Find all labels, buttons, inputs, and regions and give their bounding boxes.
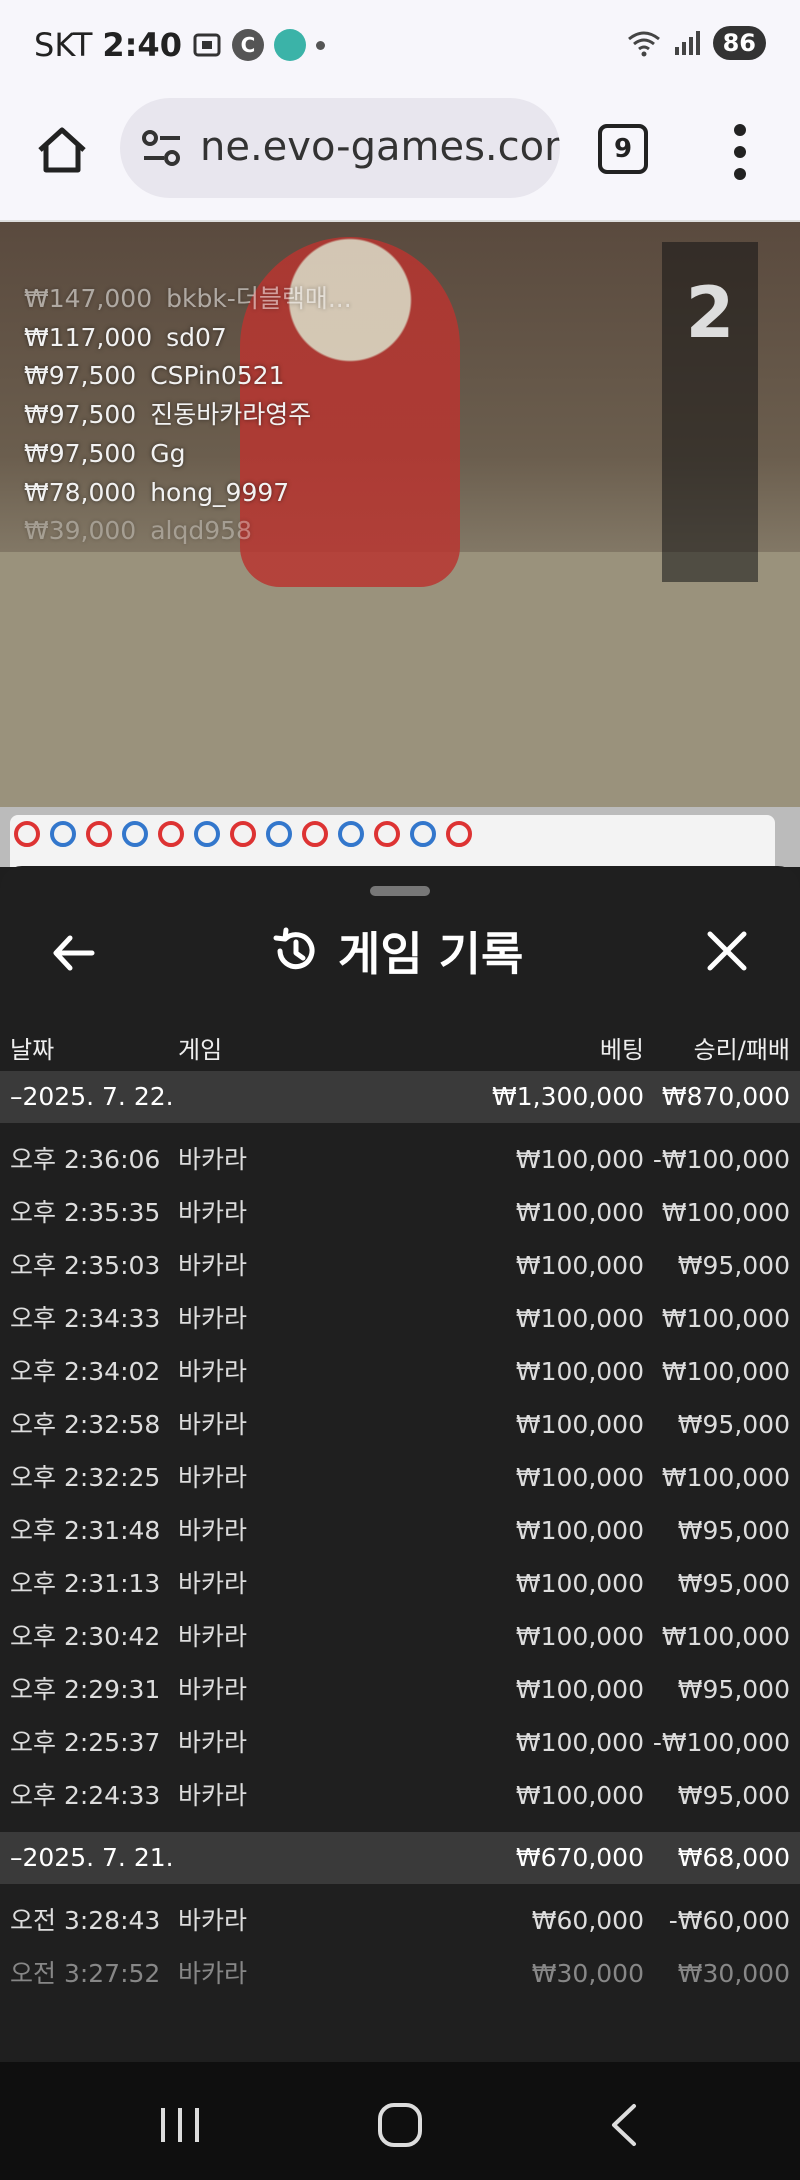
- game-history-sheet: 게임 기록 날짜 게임 베팅 승리/패배 –2025. 7. 22. ₩1,30…: [0, 866, 800, 2062]
- banker-bead: [374, 821, 400, 847]
- player-bead: [266, 821, 292, 847]
- app-notification-icon: [273, 29, 306, 61]
- wifi-icon: [627, 31, 660, 57]
- clock: 2:40: [102, 26, 182, 64]
- banker-bead: [86, 821, 112, 847]
- table-row[interactable]: 오후 2:34:02 바카라 ₩100,000 ₩100,000: [0, 1345, 800, 1398]
- leaderboard-row: ₩39,000 alqd958: [24, 516, 252, 546]
- winners-leaderboard: ₩147,000 bkbk-더블랙매... ₩117,000 sd07 ₩97,50…: [24, 280, 352, 551]
- player-bead: [338, 821, 364, 847]
- signal-icon: [674, 31, 700, 55]
- table-row[interactable]: 오후 2:25:37 바카라 ₩100,000 -₩100,000: [0, 1716, 800, 1769]
- table-row[interactable]: 오후 2:31:48 바카라 ₩100,000 ₩95,000: [0, 1504, 800, 1557]
- banker-bead: [302, 821, 328, 847]
- table-row[interactable]: 오후 2:32:58 바카라 ₩100,000 ₩95,000: [0, 1398, 800, 1451]
- banker-bead: [230, 821, 256, 847]
- table-row[interactable]: 오후 2:34:33 바카라 ₩100,000 ₩100,000: [0, 1292, 800, 1345]
- history-icon: [273, 927, 315, 970]
- date-group-row[interactable]: –2025. 7. 22. ₩1,300,000 ₩870,000: [0, 1071, 800, 1123]
- page-title: 게임 기록: [338, 927, 524, 981]
- table-row[interactable]: 오후 2:31:13 바카라 ₩100,000 ₩95,000: [0, 1557, 800, 1610]
- banker-bead: [158, 821, 184, 847]
- status-bar: SKT 2:40 C 86: [0, 0, 800, 96]
- table-row[interactable]: 오후 2:35:03 바카라 ₩100,000 ₩95,000: [0, 1239, 800, 1292]
- table-row[interactable]: 오전 3:27:52 바카라 ₩30,000 ₩30,000: [0, 1947, 800, 2000]
- close-icon[interactable]: [702, 926, 752, 976]
- table-row[interactable]: 오후 2:32:25 바카라 ₩100,000 ₩100,000: [0, 1451, 800, 1504]
- player-bead: [122, 821, 148, 847]
- bead-road-scoreboard: [0, 807, 800, 867]
- road-grid: [10, 815, 775, 867]
- more-notifications-dot-icon: [315, 40, 325, 50]
- history-table: –2025. 7. 22. ₩1,300,000 ₩870,000 오후 2:3…: [0, 1071, 800, 2000]
- site-settings-icon[interactable]: [140, 128, 184, 168]
- live-video-stream: ₩147,000 bkbk-더블랙매... ₩117,000 sd07 ₩97,50…: [0, 222, 800, 807]
- sheet-title: 게임 기록: [270, 918, 523, 984]
- player-bead: [410, 821, 436, 847]
- player-bead: [50, 821, 76, 847]
- status-right: 86: [627, 26, 766, 60]
- address-bar[interactable]: ne.evo-games.com: [120, 98, 560, 198]
- table-row[interactable]: 오후 2:29:31 바카라 ₩100,000 ₩95,000: [0, 1663, 800, 1716]
- tab-switcher-button[interactable]: 9: [598, 124, 648, 174]
- back-arrow-icon[interactable]: [48, 928, 98, 978]
- browser-toolbar: ne.evo-games.com 9: [0, 96, 800, 222]
- table-row[interactable]: 오후 2:35:35 바카라 ₩100,000 ₩100,000: [0, 1186, 800, 1239]
- home-icon[interactable]: [34, 122, 90, 178]
- c-app-icon: C: [231, 29, 264, 61]
- drag-handle[interactable]: [370, 886, 430, 896]
- screenshot-icon: [193, 33, 221, 57]
- table-row[interactable]: 오후 2:24:33 바카라 ₩100,000 ₩95,000: [0, 1769, 800, 1822]
- leaderboard-row: ₩97,500 Gg: [24, 438, 186, 468]
- bet-countdown-timer: 2: [662, 242, 758, 582]
- more-vert-icon[interactable]: [732, 122, 748, 182]
- banker-bead: [446, 821, 472, 847]
- date-group-row[interactable]: –2025. 7. 21. ₩670,000 ₩68,000: [0, 1832, 800, 1884]
- player-bead: [194, 821, 220, 847]
- leaderboard-row: ₩78,000 hong_9997: [24, 477, 290, 507]
- recent-apps-icon[interactable]: [155, 2102, 205, 2148]
- banker-bead: [14, 821, 40, 847]
- carrier-label: SKT: [34, 26, 93, 64]
- back-nav-icon[interactable]: [600, 2102, 650, 2148]
- status-left: SKT 2:40 C: [34, 26, 325, 64]
- leaderboard-row: ₩147,000 bkbk-더블랙매...: [24, 284, 352, 313]
- table-row[interactable]: 오전 3:28:43 바카라 ₩60,000 -₩60,000: [0, 1894, 800, 1947]
- leaderboard-row: ₩97,500 CSPin0521: [24, 361, 285, 391]
- table-row[interactable]: 오후 2:30:42 바카라 ₩100,000 ₩100,000: [0, 1610, 800, 1663]
- url-text: ne.evo-games.com: [200, 124, 560, 170]
- system-navigation-bar: [0, 2062, 800, 2180]
- leaderboard-row: ₩97,500 진동바카라영주: [24, 400, 312, 430]
- baccarat-table: [0, 552, 800, 807]
- leaderboard-row: ₩117,000 sd07: [24, 322, 227, 352]
- table-row[interactable]: 오후 2:36:06 바카라 ₩100,000 -₩100,000: [0, 1133, 800, 1186]
- battery-indicator: 86: [712, 26, 766, 60]
- home-nav-icon[interactable]: [375, 2102, 425, 2148]
